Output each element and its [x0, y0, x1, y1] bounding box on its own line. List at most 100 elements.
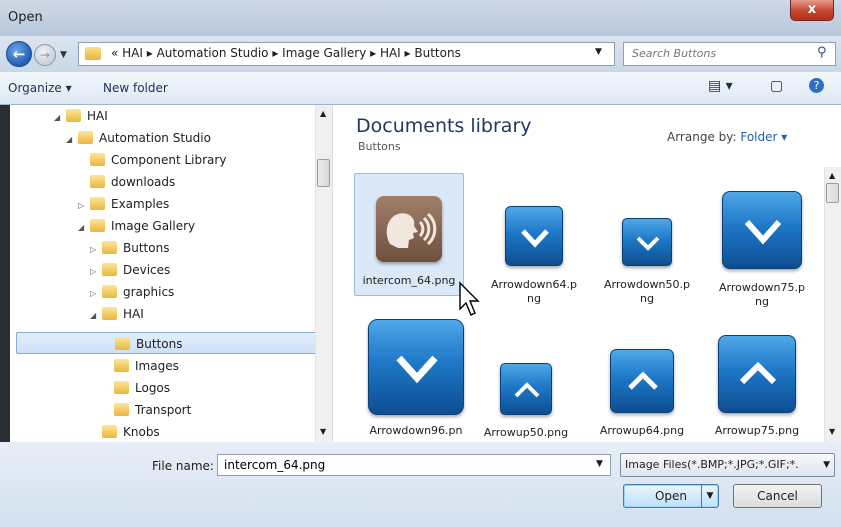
chevron-down-icon: ▼	[823, 460, 830, 470]
navigation-bar: ← → ▼ « HAI ▸ Automation Studio ▸ Image …	[0, 36, 841, 72]
mouse-cursor-icon	[459, 281, 480, 316]
file-name: Arrowdown96.pn	[369, 424, 463, 437]
tree-scroll-thumb[interactable]	[317, 159, 330, 187]
arrange-label: Arrange by:	[667, 130, 737, 144]
file-name: Arrowup50.png	[483, 426, 569, 439]
help-icon[interactable]: ?	[809, 78, 824, 93]
search-icon[interactable]: ⚲	[817, 45, 833, 63]
cancel-button[interactable]: Cancel	[733, 484, 822, 508]
tree-item-component-library[interactable]: Component Library	[78, 149, 226, 171]
breadcrumb[interactable]: « HAI ▸ Automation Studio ▸ Image Galler…	[111, 46, 461, 60]
folder-icon	[90, 219, 105, 232]
dialog-footer: File name: ▼ Image Files(*.BMP;*.JPG;*.G…	[0, 442, 841, 527]
folder-icon	[102, 425, 117, 438]
scroll-down-icon[interactable]: ▼	[829, 427, 835, 436]
folder-icon	[78, 131, 93, 144]
folder-icon	[90, 153, 105, 166]
file-name: Arrowup64.png	[599, 424, 685, 437]
file-name: intercom_64.png	[362, 274, 456, 287]
command-bar: Organize ▾ New folder ▤ ▾ ▢ ?	[0, 72, 841, 105]
library-subtitle: Buttons	[358, 140, 401, 153]
library-title: Documents library	[356, 115, 532, 137]
file-item-arrowup75[interactable]: Arrowup75.png	[702, 335, 812, 438]
open-dialog: Open x ← → ▼ « HAI ▸ Automation Studio ▸…	[0, 0, 841, 527]
tree-item-downloads[interactable]: downloads	[78, 171, 175, 193]
arrange-by[interactable]: Arrange by: Folder ▾	[667, 130, 787, 144]
tree-item-image-gallery[interactable]: ◢ Image Gallery	[78, 215, 195, 237]
tree-item-devices[interactable]: ▷ Devices	[90, 259, 170, 281]
arrow-up-icon	[718, 335, 796, 413]
view-options-icon[interactable]: ▤ ▾	[708, 78, 733, 94]
file-item-arrowdown64[interactable]: Arrowdown64.png	[479, 206, 589, 306]
recent-pages-dropdown-icon[interactable]: ▼	[60, 50, 67, 60]
tree-item-logos[interactable]: Logos	[102, 377, 170, 399]
back-button[interactable]: ←	[6, 41, 32, 67]
address-bar[interactable]: « HAI ▸ Automation Studio ▸ Image Galler…	[78, 42, 615, 66]
file-name: Arrowup75.png	[714, 424, 800, 437]
arrange-dropdown[interactable]: Folder ▾	[740, 130, 787, 144]
scroll-up-icon[interactable]: ▲	[320, 109, 326, 118]
tree-item-examples[interactable]: ▷ Examples	[78, 193, 169, 215]
filename-dropdown-icon[interactable]: ▼	[596, 459, 603, 469]
file-item-arrowdown75[interactable]: Arrowdown75.png	[707, 191, 817, 309]
close-button[interactable]: x	[790, 0, 834, 21]
new-folder-button[interactable]: New folder	[103, 81, 168, 95]
open-split-dropdown-icon[interactable]: ▼	[701, 485, 718, 507]
folder-icon	[66, 109, 81, 122]
tree-item-buttons-selected[interactable]: Buttons	[16, 332, 318, 354]
arrow-down-icon	[722, 191, 802, 269]
search-input[interactable]	[630, 46, 804, 61]
organize-button[interactable]: Organize ▾	[8, 81, 72, 95]
scroll-up-icon[interactable]: ▲	[829, 171, 835, 180]
arrow-down-icon	[368, 319, 464, 415]
folder-icon	[102, 285, 117, 298]
folder-icon	[114, 403, 129, 416]
filetype-select[interactable]: Image Files(*.BMP;*.JPG;*.GIF;*. ▼	[620, 453, 835, 477]
tree-item-hai[interactable]: ◢ HAI	[54, 105, 108, 127]
open-button[interactable]: Open ▼	[623, 484, 719, 508]
address-dropdown-icon[interactable]: ▼	[595, 47, 602, 57]
preview-pane-icon[interactable]: ▢	[770, 78, 783, 94]
arrow-up-icon	[500, 363, 552, 415]
folder-icon	[90, 197, 105, 210]
arrow-down-icon	[622, 218, 672, 266]
file-name: Arrowdown50.png	[603, 278, 691, 305]
filename-input[interactable]	[222, 457, 586, 473]
tree-scrollbar[interactable]: ▲ ▼	[315, 105, 332, 442]
files-scroll-thumb[interactable]	[826, 183, 839, 203]
file-item-arrowup64[interactable]: Arrowup64.png	[587, 349, 697, 438]
open-label: Open	[654, 489, 688, 503]
folder-icon	[85, 47, 101, 60]
arrow-up-icon	[610, 349, 674, 413]
intercom-icon	[376, 196, 442, 262]
file-item-arrowdown96[interactable]: Arrowdown96.pn	[361, 319, 471, 438]
tree-item-hai-sub[interactable]: ◢ HAI	[90, 303, 144, 325]
folder-icon	[115, 337, 130, 350]
file-name: Arrowdown64.png	[490, 278, 578, 305]
tree-item-graphics[interactable]: ▷ graphics	[90, 281, 174, 303]
tree-item-transport[interactable]: Transport	[102, 399, 191, 421]
search-box[interactable]: ⚲	[623, 42, 836, 66]
filename-combobox[interactable]: ▼	[217, 454, 611, 476]
files-scrollbar[interactable]: ▲ ▼	[824, 167, 841, 442]
file-item-arrowup50[interactable]: Arrowup50.png	[471, 363, 581, 440]
folder-icon	[90, 175, 105, 188]
folder-icon	[102, 263, 117, 276]
folder-icon	[102, 241, 117, 254]
file-item-intercom[interactable]: intercom_64.png	[354, 173, 464, 296]
tree-item-automation-studio[interactable]: ◢ Automation Studio	[66, 127, 211, 149]
content-area: ◢ HAI ◢ Automation Studio Component Librar…	[10, 105, 841, 442]
tree-item-knobs[interactable]: Knobs	[90, 421, 160, 442]
folder-icon	[114, 381, 129, 394]
arrow-down-icon	[505, 206, 563, 266]
file-name: Arrowdown75.png	[718, 281, 806, 308]
tree-item-images[interactable]: Images	[102, 355, 179, 377]
file-item-arrowdown50[interactable]: Arrowdown50.png	[592, 218, 702, 306]
scroll-down-icon[interactable]: ▼	[320, 427, 326, 436]
filename-label: File name:	[152, 459, 214, 473]
tree-item-buttons[interactable]: ▷ Buttons	[90, 237, 169, 259]
title-bar: Open x	[0, 0, 841, 36]
forward-button[interactable]: →	[34, 44, 56, 66]
folder-icon	[102, 307, 117, 320]
file-view: Documents library Buttons Arrange by: Fo…	[333, 105, 841, 442]
